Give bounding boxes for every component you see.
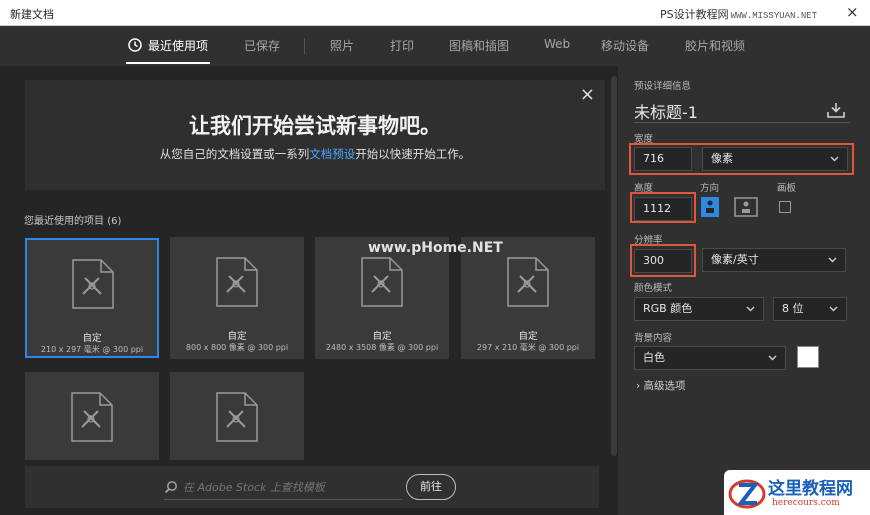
tab-film-video[interactable]: 胶片和视频 xyxy=(685,37,745,54)
resolution-unit-select[interactable]: 像素/英寸 xyxy=(702,248,846,272)
preset-details-header: 预设详细信息 xyxy=(634,81,692,92)
recent-panel: 让我们开始尝试新事物吧。 从您自己的文档设置或一系列文档预设开始以快速开始工作。… xyxy=(8,66,618,515)
landscape-orientation-icon[interactable] xyxy=(734,197,758,217)
recent-item[interactable]: 自定 210 x 297 毫米 @ 300 ppi xyxy=(25,238,159,358)
logo-url: herecours.com xyxy=(772,498,840,508)
preset-details-panel: 预设详细信息 未标题-1 宽度 716 像素 高度 1112 方向 画板 分辨率… xyxy=(618,66,870,515)
search-underline xyxy=(164,499,402,500)
resolution-highlight xyxy=(630,244,696,277)
color-mode-select[interactable]: RGB 颜色 xyxy=(634,297,764,321)
portrait-orientation-icon[interactable] xyxy=(700,196,720,218)
background-label: 背景内容 xyxy=(634,333,673,344)
document-presets-link[interactable]: 文档预设 xyxy=(309,147,355,161)
tab-mobile[interactable]: 移动设备 xyxy=(601,37,649,54)
search-icon xyxy=(164,481,177,494)
site-logo: 这里教程网 herecours.com xyxy=(724,470,870,515)
active-tab-indicator xyxy=(126,62,210,64)
window-close-button[interactable]: × xyxy=(846,3,859,21)
tab-divider xyxy=(304,38,305,54)
document-icon xyxy=(71,392,113,442)
orientation-label: 方向 xyxy=(700,183,720,194)
chevron-right-icon: › xyxy=(636,380,641,392)
document-icon xyxy=(216,392,258,442)
center-watermark: www.pHome.NET xyxy=(368,240,503,256)
background-select[interactable]: 白色 xyxy=(634,346,786,370)
window-title: 新建文档 xyxy=(10,8,54,21)
recent-item[interactable] xyxy=(170,372,304,460)
title-bar: 新建文档 PS设计教程网 WWW.MISSYUAN.NET × xyxy=(0,0,870,26)
save-preset-icon[interactable] xyxy=(827,102,845,118)
tab-web[interactable]: Web xyxy=(544,37,570,51)
recent-scrollbar[interactable] xyxy=(611,76,617,456)
tab-photo[interactable]: 照片 xyxy=(330,37,354,54)
artboard-label: 画板 xyxy=(777,183,797,194)
preset-tabs: 最近使用项 已保存 照片 打印 图稿和插图 Web 移动设备 胶片和视频 xyxy=(0,26,870,66)
width-highlight xyxy=(629,143,854,175)
welcome-banner: 让我们开始尝试新事物吧。 从您自己的文档设置或一系列文档预设开始以快速开始工作。… xyxy=(25,80,605,190)
document-icon xyxy=(216,257,258,307)
logo-icon xyxy=(728,479,766,509)
advanced-options-toggle[interactable]: › 高级选项 xyxy=(636,378,686,393)
height-highlight xyxy=(630,192,696,223)
chevron-down-icon xyxy=(828,257,837,263)
chevron-down-icon xyxy=(829,306,838,312)
chevron-down-icon xyxy=(768,355,777,361)
document-icon xyxy=(72,259,114,309)
banner-subtext: 从您自己的文档设置或一系列文档预设开始以快速开始工作。 xyxy=(159,147,471,161)
tab-recent[interactable]: 最近使用项 xyxy=(128,37,208,54)
stock-search-bar: 前往 xyxy=(25,466,599,508)
recent-item[interactable]: 自定 800 x 800 像素 @ 300 ppi xyxy=(170,237,304,359)
chevron-down-icon xyxy=(746,306,755,312)
stock-search-input[interactable] xyxy=(183,477,403,497)
go-button[interactable]: 前往 xyxy=(406,474,456,500)
document-name-underline xyxy=(634,122,850,123)
tab-art-illustration[interactable]: 图稿和插图 xyxy=(449,37,509,54)
logo-text: 这里教程网 xyxy=(768,479,853,499)
bit-depth-select[interactable]: 8 位 xyxy=(773,297,847,321)
document-name[interactable]: 未标题-1 xyxy=(634,99,698,123)
recent-items-label: 您最近使用的项目 (6) xyxy=(24,216,122,227)
recent-item[interactable] xyxy=(25,372,159,460)
document-icon xyxy=(507,257,549,307)
watermark-site: PS设计教程网 WWW.MISSYUAN.NET xyxy=(660,8,818,21)
banner-heading: 让我们开始尝试新事物吧。 xyxy=(189,114,441,138)
tab-saved[interactable]: 已保存 xyxy=(244,37,280,54)
tab-print[interactable]: 打印 xyxy=(390,37,414,54)
artboard-checkbox[interactable] xyxy=(779,201,791,213)
background-color-swatch[interactable] xyxy=(797,346,819,368)
document-icon xyxy=(361,257,403,307)
banner-close-button[interactable]: × xyxy=(580,84,595,105)
clock-icon xyxy=(128,38,142,52)
color-mode-label: 颜色模式 xyxy=(634,283,673,294)
